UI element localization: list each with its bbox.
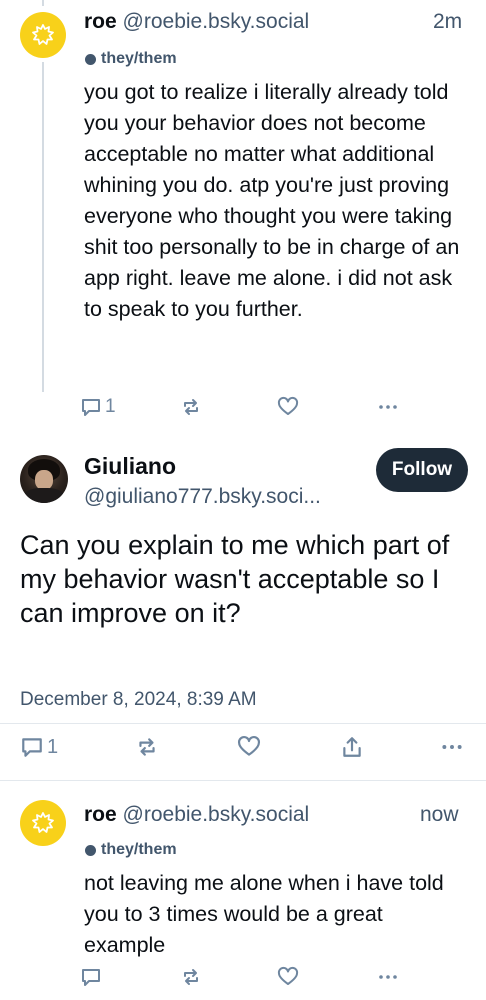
avatar[interactable] xyxy=(20,455,68,503)
more-button[interactable] xyxy=(440,735,464,759)
more-icon xyxy=(379,975,397,979)
heart-icon xyxy=(277,396,299,415)
post-roe-2[interactable]: roe @roebie.bsky.social now they/them no… xyxy=(0,780,486,1000)
author-name[interactable]: Giuliano xyxy=(84,453,176,480)
repost-icon xyxy=(139,738,155,756)
reply-button[interactable] xyxy=(80,966,105,988)
avatar-coat xyxy=(24,488,64,503)
sun-badge-icon xyxy=(32,812,54,833)
repost-button[interactable] xyxy=(180,396,202,418)
post-actions: 1 xyxy=(0,396,486,420)
pronouns: they/them xyxy=(85,841,177,859)
post-text: you got to realize i literally already t… xyxy=(84,80,460,321)
author-handle[interactable]: @roebie.bsky.social xyxy=(123,10,310,33)
like-button[interactable] xyxy=(237,735,261,759)
like-button[interactable] xyxy=(277,966,299,988)
like-button[interactable] xyxy=(277,396,299,418)
reply-count: 1 xyxy=(47,735,59,758)
repost-button[interactable] xyxy=(180,966,202,988)
pronouns-label: they/them xyxy=(101,50,177,67)
reply-icon xyxy=(82,969,100,986)
repost-icon xyxy=(184,399,198,415)
post-actions: 1 xyxy=(0,735,486,759)
reply-button[interactable]: 1 xyxy=(80,396,116,418)
repost-icon xyxy=(184,969,198,985)
post-time[interactable]: now xyxy=(420,803,459,827)
avatar[interactable] xyxy=(20,800,66,846)
author-row[interactable]: roe @roebie.bsky.social xyxy=(84,803,309,827)
heart-icon xyxy=(277,966,299,985)
reply-icon xyxy=(82,399,100,416)
sun-badge-icon xyxy=(32,24,54,45)
more-button[interactable] xyxy=(377,966,399,988)
author-handle[interactable]: @roebie.bsky.social xyxy=(123,803,310,826)
share-icon xyxy=(343,737,361,757)
pronouns-label: they/them xyxy=(101,841,177,858)
reply-count: 1 xyxy=(105,396,116,417)
author-handle[interactable]: @giuliano777.bsky.soci... xyxy=(84,485,321,509)
more-button[interactable] xyxy=(377,396,399,418)
repost-button[interactable] xyxy=(135,735,159,759)
reply-icon xyxy=(22,738,42,757)
post-text: not leaving me alone when i have told yo… xyxy=(84,871,444,957)
pronouns: they/them xyxy=(85,50,177,68)
post-time[interactable]: 2m xyxy=(433,10,462,34)
share-button[interactable] xyxy=(340,735,364,759)
pronouns-dot-icon xyxy=(85,844,96,856)
post-roe-1[interactable]: roe @roebie.bsky.social 2m they/them you… xyxy=(0,0,486,440)
heart-icon xyxy=(238,735,260,756)
avatar[interactable] xyxy=(20,12,66,58)
more-icon xyxy=(379,405,397,409)
follow-button[interactable]: Follow xyxy=(376,448,468,492)
author-row[interactable]: roe @roebie.bsky.social xyxy=(84,10,309,34)
avatar-face xyxy=(35,470,53,490)
post-actions xyxy=(0,966,486,990)
post-text: Can you explain to me which part of my b… xyxy=(20,530,450,628)
thread-line xyxy=(42,62,44,392)
reply-button[interactable]: 1 xyxy=(20,735,58,759)
author-name[interactable]: roe xyxy=(84,10,117,33)
more-icon xyxy=(442,745,462,749)
pronouns-dot-icon xyxy=(85,53,96,65)
post-date: December 8, 2024, 8:39 AM xyxy=(20,689,257,710)
author-name[interactable]: roe xyxy=(84,803,117,826)
divider xyxy=(0,723,486,724)
